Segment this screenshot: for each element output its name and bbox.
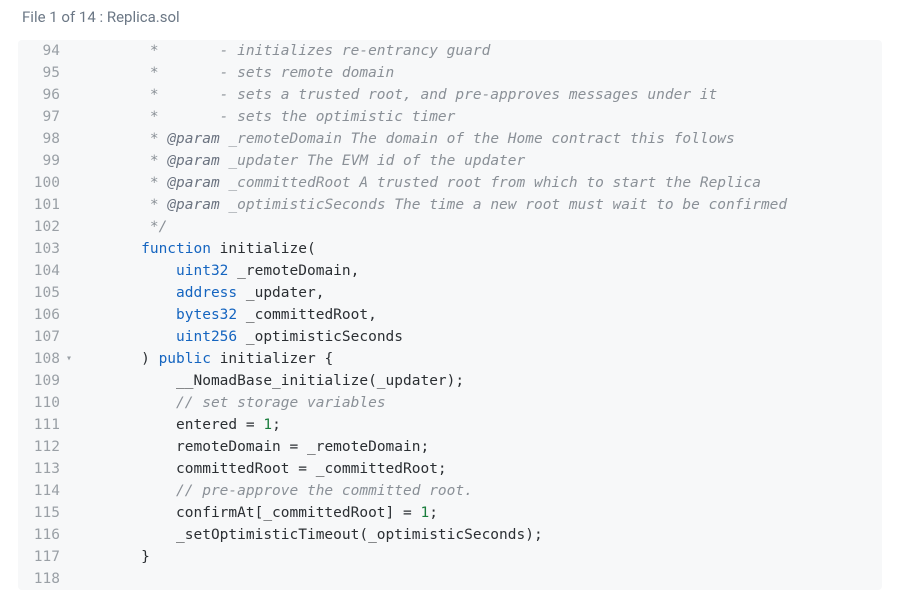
line-number: 106 <box>18 304 74 326</box>
line-number: 117 <box>18 546 74 568</box>
line-number: 96 <box>18 84 74 106</box>
line-number: 115 <box>18 502 74 524</box>
line-content: * @param _updater The EVM id of the upda… <box>74 150 882 172</box>
line-number: 116 <box>18 524 74 546</box>
code-line: 118 <box>18 568 882 590</box>
line-content: * - initializes re-entrancy guard <box>74 40 882 62</box>
line-number: 114 <box>18 480 74 502</box>
line-content: confirmAt[_committedRoot] = 1; <box>74 502 882 524</box>
code-line: 103 function initialize( <box>18 238 882 260</box>
line-content: remoteDomain = _remoteDomain; <box>74 436 882 458</box>
line-content: function initialize( <box>74 238 882 260</box>
line-number: 118 <box>18 568 74 590</box>
line-number: 100 <box>18 172 74 194</box>
line-number: 112 <box>18 436 74 458</box>
code-line: 107 uint256 _optimisticSeconds <box>18 326 882 348</box>
code-line: 116 _setOptimisticTimeout(_optimisticSec… <box>18 524 882 546</box>
line-number: 110 <box>18 392 74 414</box>
line-number: 95 <box>18 62 74 84</box>
line-content: * @param _remoteDomain The domain of the… <box>74 128 882 150</box>
line-number: 105 <box>18 282 74 304</box>
line-number: 111 <box>18 414 74 436</box>
line-number: 104 <box>18 260 74 282</box>
line-content: // set storage variables <box>74 392 882 414</box>
line-content: * @param _committedRoot A trusted root f… <box>74 172 882 194</box>
line-content: } <box>74 546 882 568</box>
line-number: 102 <box>18 216 74 238</box>
line-content: */ <box>74 216 882 238</box>
line-content: * @param _optimisticSeconds The time a n… <box>74 194 882 216</box>
line-number: 103 <box>18 238 74 260</box>
code-line: 106 bytes32 _committedRoot, <box>18 304 882 326</box>
code-line: 115 confirmAt[_committedRoot] = 1; <box>18 502 882 524</box>
line-content: _setOptimisticTimeout(_optimisticSeconds… <box>74 524 882 546</box>
line-content: __NomadBase_initialize(_updater); <box>74 370 882 392</box>
line-number: 99 <box>18 150 74 172</box>
code-line: 112 remoteDomain = _remoteDomain; <box>18 436 882 458</box>
line-number: 98 <box>18 128 74 150</box>
line-content: * - sets a trusted root, and pre-approve… <box>74 84 882 106</box>
code-line: 97 * - sets the optimistic timer <box>18 106 882 128</box>
code-line: 117 } <box>18 546 882 568</box>
file-header: File 1 of 14 : Replica.sol <box>18 8 882 26</box>
code-line: 96 * - sets a trusted root, and pre-appr… <box>18 84 882 106</box>
file-label: File 1 of 14 : Replica.sol <box>22 8 180 26</box>
code-line: 99 * @param _updater The EVM id of the u… <box>18 150 882 172</box>
code-line: 98 * @param _remoteDomain The domain of … <box>18 128 882 150</box>
code-line: 108▾ ) public initializer { <box>18 348 882 370</box>
code-line: 114 // pre-approve the committed root. <box>18 480 882 502</box>
line-number: 109 <box>18 370 74 392</box>
code-line: 100 * @param _committedRoot A trusted ro… <box>18 172 882 194</box>
line-content: ) public initializer { <box>74 348 882 370</box>
line-content: bytes32 _committedRoot, <box>74 304 882 326</box>
code-line: 109 __NomadBase_initialize(_updater); <box>18 370 882 392</box>
code-line: 94 * - initializes re-entrancy guard <box>18 40 882 62</box>
line-number: 113 <box>18 458 74 480</box>
fold-marker-icon[interactable]: ▾ <box>66 348 72 370</box>
code-line: 105 address _updater, <box>18 282 882 304</box>
code-line: 113 committedRoot = _committedRoot; <box>18 458 882 480</box>
code-line: 110 // set storage variables <box>18 392 882 414</box>
line-number: 97 <box>18 106 74 128</box>
line-number: 94 <box>18 40 74 62</box>
line-content: // pre-approve the committed root. <box>74 480 882 502</box>
line-content: entered = 1; <box>74 414 882 436</box>
line-number: 108▾ <box>18 348 74 370</box>
line-content: * - sets remote domain <box>74 62 882 84</box>
line-content: * - sets the optimistic timer <box>74 106 882 128</box>
line-content: committedRoot = _committedRoot; <box>74 458 882 480</box>
line-number: 107 <box>18 326 74 348</box>
code-viewer: 94 * - initializes re-entrancy guard95 *… <box>18 40 882 590</box>
code-line: 111 entered = 1; <box>18 414 882 436</box>
code-line: 104 uint32 _remoteDomain, <box>18 260 882 282</box>
line-number: 101 <box>18 194 74 216</box>
line-content: uint32 _remoteDomain, <box>74 260 882 282</box>
code-line: 95 * - sets remote domain <box>18 62 882 84</box>
code-line: 101 * @param _optimisticSeconds The time… <box>18 194 882 216</box>
line-content: address _updater, <box>74 282 882 304</box>
code-line: 102 */ <box>18 216 882 238</box>
line-content: uint256 _optimisticSeconds <box>74 326 882 348</box>
